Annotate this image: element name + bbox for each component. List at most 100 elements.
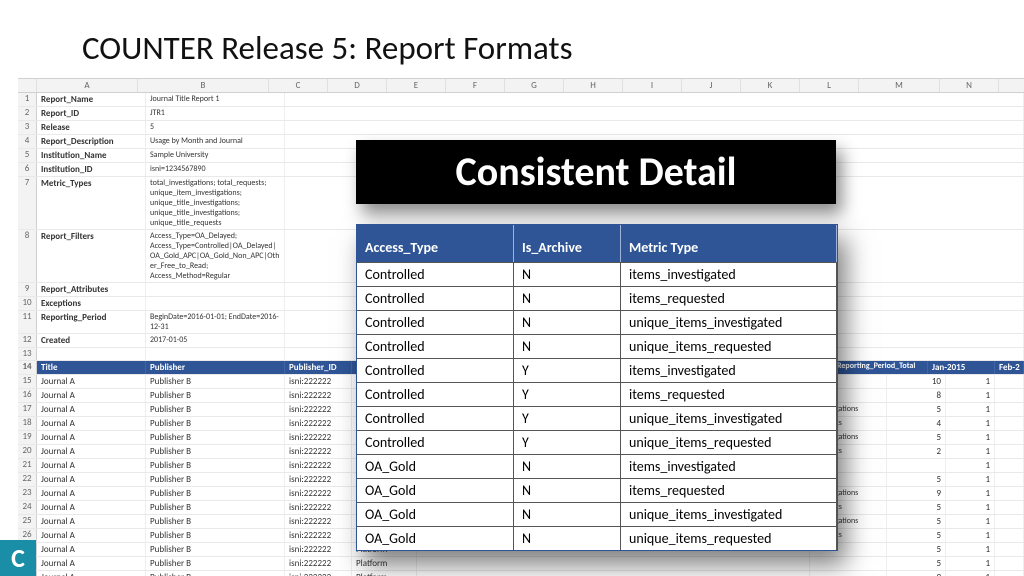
overlay-metric-type: unique_items_investigated xyxy=(621,503,837,526)
cell-jan: 1 xyxy=(946,375,995,388)
overlay-access-type: Controlled xyxy=(357,407,514,430)
overlay-row: ControlledYunique_items_investigated xyxy=(357,406,837,430)
cell-title: Journal A xyxy=(37,417,146,430)
overlay-metric-type: items_investigated xyxy=(621,455,837,478)
header-value xyxy=(146,283,285,296)
header-value: JTR1 xyxy=(146,107,285,120)
cell-jan: 1 xyxy=(946,417,995,430)
overlay-metric-type: unique_items_investigated xyxy=(621,407,837,430)
overlay-is-archive: Y xyxy=(514,407,621,430)
cell-publisher: Publisher B xyxy=(146,571,285,576)
header-row: 2Report_IDJTR1 xyxy=(18,107,1024,121)
cell-title: Journal A xyxy=(37,459,146,472)
cell-jan: 1 xyxy=(946,431,995,444)
cell-publisher-id: isni:222222 xyxy=(285,529,352,542)
overlay-row: ControlledYitems_investigated xyxy=(357,358,837,382)
cell-jan: 1 xyxy=(946,459,995,472)
cell-title: Journal A xyxy=(37,389,146,402)
cell-total: 5 xyxy=(887,431,946,444)
overlay-is-archive: Y xyxy=(514,359,621,382)
cell-publisher-id: isni:222222 xyxy=(285,375,352,388)
overlay-metric-type: items_requested xyxy=(621,287,837,310)
hdr-publisher-id: Publisher_ID xyxy=(285,361,352,374)
cell-publisher-id: isni:222222 xyxy=(285,389,352,402)
header-label: Release xyxy=(37,121,146,134)
cell-publisher-id: isni:222222 xyxy=(285,445,352,458)
overlay-row: ControlledNunique_items_investigated xyxy=(357,310,837,334)
col-N: N xyxy=(940,79,999,92)
cell-jan: 1 xyxy=(946,389,995,402)
banner-consistent-detail: Consistent Detail xyxy=(356,140,836,204)
overlay-metric-type: items_requested xyxy=(621,479,837,502)
cell-total xyxy=(887,459,946,472)
hdr-feb: Feb-2 xyxy=(995,361,1024,374)
overlay-metric-type: unique_items_requested xyxy=(621,431,837,454)
cell-publisher-id: isni:222222 xyxy=(285,431,352,444)
cell-publisher: Publisher B xyxy=(146,417,285,430)
cell-jan: 1 xyxy=(946,403,995,416)
overlay-access-type: OA_Gold xyxy=(357,479,514,502)
cell-publisher: Publisher B xyxy=(146,487,285,500)
cell-publisher-id: isni:222222 xyxy=(285,501,352,514)
header-label: Report_Filters xyxy=(37,230,146,282)
cell-jan: 1 xyxy=(946,571,995,576)
hdr-title: Title xyxy=(37,361,146,374)
table-row: 28Journal APublisher Bisni:222222Platfor… xyxy=(18,557,1024,571)
hdr-publisher: Publisher xyxy=(146,361,285,374)
overlay-hdr-metric-type: Metric Type xyxy=(621,225,837,262)
overlay-is-archive: Y xyxy=(514,383,621,406)
cell-jan: 1 xyxy=(946,445,995,458)
cell-publisher: Publisher B xyxy=(146,431,285,444)
cell-title: Journal A xyxy=(37,515,146,528)
cell-total: 4 xyxy=(887,417,946,430)
cell-platform: Platform xyxy=(352,557,417,570)
cell-jan: 1 xyxy=(946,473,995,486)
header-value xyxy=(146,348,285,360)
header-label: Report_Attributes xyxy=(37,283,146,296)
overlay-row: OA_GoldNitems_requested xyxy=(357,478,837,502)
col-E: E xyxy=(387,79,446,92)
cell-title: Journal A xyxy=(37,403,146,416)
cell-jan: 1 xyxy=(946,557,995,570)
cell-title: Journal A xyxy=(37,543,146,556)
header-value: Sample University xyxy=(146,149,285,162)
cell-title: Journal A xyxy=(37,487,146,500)
overlay-row: ControlledYunique_items_requested xyxy=(357,430,837,454)
cell-publisher: Publisher B xyxy=(146,529,285,542)
cell-publisher: Publisher B xyxy=(146,445,285,458)
header-label: Exceptions xyxy=(37,297,146,310)
cell-total: 9 xyxy=(887,571,946,576)
header-label: Created xyxy=(37,334,146,347)
cell-total: 5 xyxy=(887,543,946,556)
overlay-row: OA_GoldNunique_items_investigated xyxy=(357,502,837,526)
cell-title: Journal A xyxy=(37,431,146,444)
cell-publisher-id: isni:222222 xyxy=(285,417,352,430)
col-I: I xyxy=(623,79,682,92)
overlay-row: ControlledNitems_investigated xyxy=(357,262,837,286)
cell-title: Journal A xyxy=(37,529,146,542)
overlay-access-type: Controlled xyxy=(357,383,514,406)
overlay-access-type: Controlled xyxy=(357,359,514,382)
overlay-row: ControlledYitems_requested xyxy=(357,382,837,406)
page-title: COUNTER Release 5: Report Formats xyxy=(82,28,573,68)
overlay-access-type: Controlled xyxy=(357,431,514,454)
counter-logo-badge: C xyxy=(0,540,36,576)
cell-total: 8 xyxy=(887,389,946,402)
col-H: H xyxy=(564,79,623,92)
cell-title: Journal A xyxy=(37,445,146,458)
overlay-is-archive: N xyxy=(514,479,621,502)
header-label: Institution_ID xyxy=(37,163,146,176)
overlay-access-type: Controlled xyxy=(357,263,514,286)
col-B: B xyxy=(138,79,269,92)
header-label: Report_Name xyxy=(37,93,146,106)
cell-publisher-id: isni:222222 xyxy=(285,543,352,556)
header-value: 5 xyxy=(146,121,285,134)
overlay-is-archive: N xyxy=(514,263,621,286)
overlay-hdr-access-type: Access_Type xyxy=(357,225,514,262)
header-label: Metric_Types xyxy=(37,177,146,229)
col-K: K xyxy=(741,79,800,92)
col-C: C xyxy=(269,79,328,92)
overlay-table-header: Access_Type Is_Archive Metric Type xyxy=(357,225,837,262)
cell-jan: 1 xyxy=(946,529,995,542)
cell-publisher: Publisher B xyxy=(146,501,285,514)
